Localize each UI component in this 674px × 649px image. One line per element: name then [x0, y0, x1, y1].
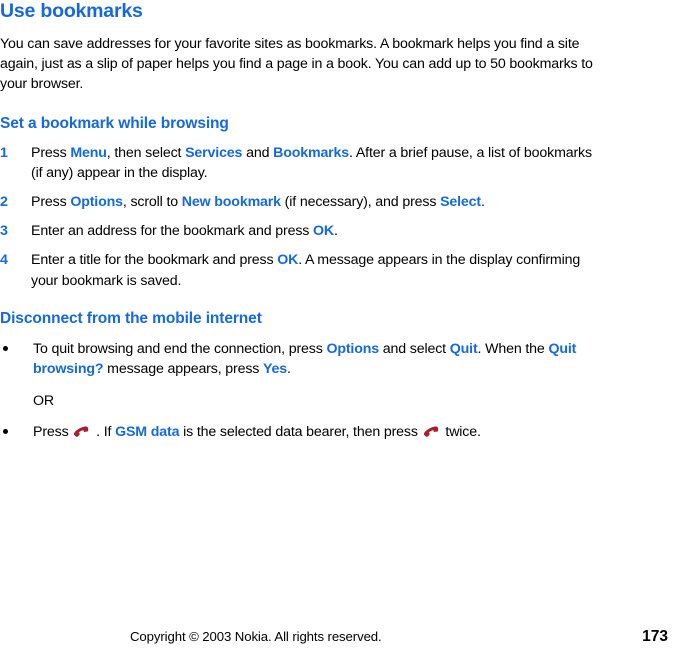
step-text-part: Press	[31, 194, 71, 211]
bullet-item: Press . If GSM data is the selected data…	[0, 422, 600, 442]
ui-keyword-services: Services	[185, 144, 243, 161]
ui-keyword-options: Options	[326, 340, 379, 357]
bullet-text-part: twice.	[441, 424, 481, 441]
or-separator-label: OR	[33, 393, 54, 410]
step-text: Enter a title for the bookmark and press…	[31, 252, 580, 288]
ui-keyword-ok: OK	[313, 223, 335, 240]
numbered-step: 3 Enter an address for the bookmark and …	[0, 221, 600, 241]
step-text: Press Options, scroll to New bookmark (i…	[31, 194, 485, 210]
end-call-handset-icon	[72, 426, 92, 439]
numbered-step: 1 Press Menu, then select Services and B…	[0, 143, 600, 183]
ui-keyword-bookmarks: Bookmarks	[273, 144, 350, 161]
bullet-dot-icon	[3, 429, 8, 435]
step-text-part: Enter an address for the bookmark and pr…	[31, 223, 314, 240]
ui-keyword-gsm-data: GSM data	[115, 424, 180, 441]
ui-keyword-select: Select	[440, 194, 481, 211]
section-heading-set-a-bookmark: Set a bookmark while browsing	[0, 114, 229, 132]
document-page: Use bookmarks You can save addresses for…	[0, 0, 674, 649]
bullet-item: To quit browsing and end the connection,…	[0, 339, 600, 379]
step-text: Enter an address for the bookmark and pr…	[31, 223, 338, 239]
ui-keyword-new-bookmark: New bookmark	[181, 194, 281, 211]
end-call-handset-icon	[422, 426, 442, 439]
step-text-part: .	[334, 223, 338, 240]
ui-keyword-yes: Yes	[263, 361, 288, 378]
bullet-text-part: . When the	[477, 340, 549, 357]
numbered-step: 2 Press Options, scroll to New bookmark …	[0, 192, 600, 212]
page-footer: Copyright © 2003 Nokia. All rights reser…	[0, 628, 674, 648]
bullet-text-part: Press	[33, 424, 73, 441]
ui-keyword-ok: OK	[277, 252, 299, 269]
bullet-text-part: To quit browsing and end the connection,…	[33, 340, 327, 357]
bullet-text-part: .	[287, 361, 291, 378]
bullet-dot-icon	[3, 345, 8, 351]
bullet-text-part: is the selected data bearer, then press	[179, 424, 422, 441]
step-number: 1	[0, 144, 8, 161]
section-heading-disconnect: Disconnect from the mobile internet	[0, 309, 262, 327]
step-number: 2	[0, 194, 8, 211]
step-number: 4	[0, 252, 8, 269]
step-text-part: , then select	[106, 144, 186, 161]
step-text-part: Enter a title for the bookmark and press	[31, 252, 278, 269]
copyright-notice: Copyright © 2003 Nokia. All rights reser…	[130, 629, 382, 644]
step-text-part: , scroll to	[122, 194, 182, 211]
page-title: Use bookmarks	[0, 0, 143, 22]
page-content: Use bookmarks You can save addresses for…	[0, 0, 600, 443]
page-number: 173	[642, 628, 668, 645]
intro-paragraph: You can save addresses for your favorite…	[0, 36, 593, 93]
step-number: 3	[0, 223, 8, 240]
bullet-text-part: message appears, press	[103, 361, 264, 378]
step-text-part: (if necessary), and press	[280, 194, 441, 211]
bullet-text: To quit browsing and end the connection,…	[33, 341, 576, 377]
bullet-text: Press . If GSM data is the selected data…	[33, 424, 481, 440]
ui-keyword-options: Options	[70, 194, 123, 211]
step-text: Press Menu, then select Services and Boo…	[31, 145, 592, 181]
step-text-part: Press	[31, 144, 71, 161]
ui-keyword-menu: Menu	[70, 144, 107, 161]
numbered-step: 4 Enter a title for the bookmark and pre…	[0, 250, 600, 290]
ui-keyword-quit: Quit	[449, 340, 478, 357]
bullet-text-part: . If	[92, 424, 116, 441]
step-text-part: and	[242, 144, 274, 161]
step-text-part: .	[480, 194, 485, 211]
bullet-text-part: and select	[379, 340, 450, 357]
